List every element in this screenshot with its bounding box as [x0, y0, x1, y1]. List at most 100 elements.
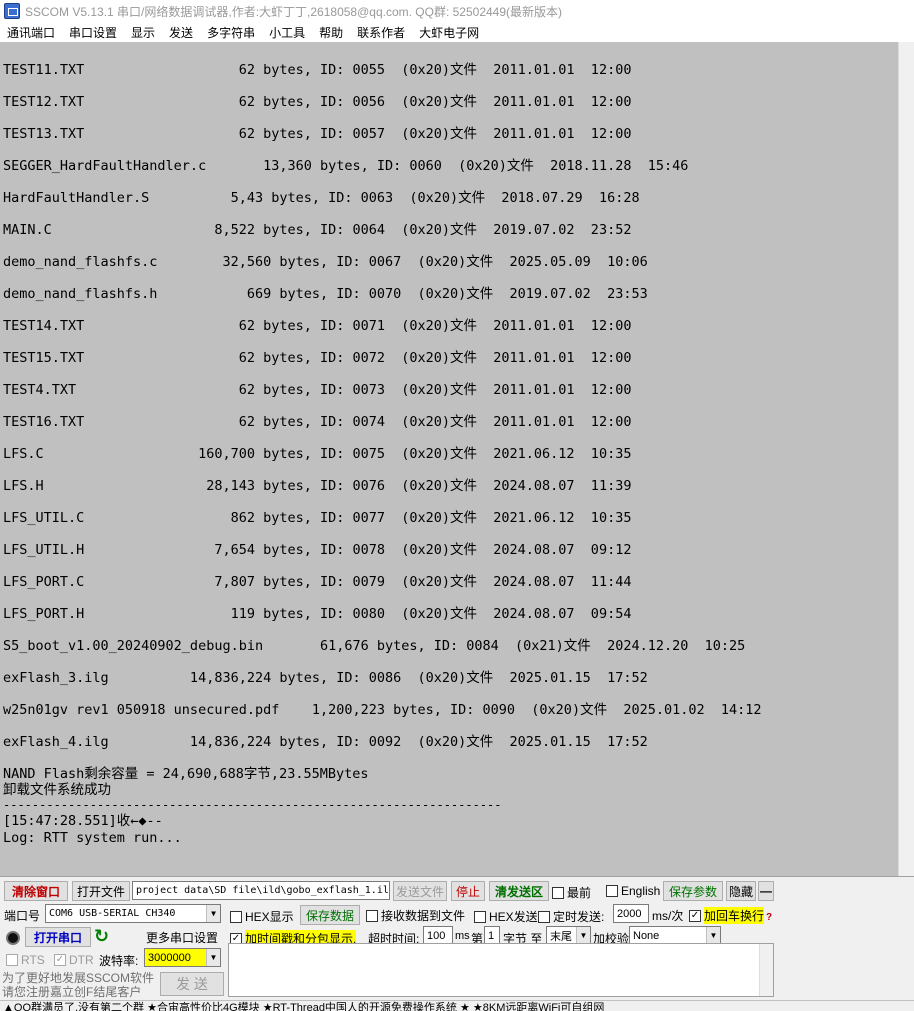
checksum-value: None: [633, 929, 660, 942]
timed-send-checkbox[interactable]: 定时发送:: [538, 908, 604, 925]
help-icon[interactable]: ?: [766, 912, 772, 923]
file-line: SEGGER_HardFaultHandler.c 13,360 bytes, …: [3, 158, 689, 174]
rts-label: RTS: [21, 953, 45, 967]
add-crlf-label: 加回车换行: [704, 907, 765, 924]
file-line: demo_nand_flashfs.c 32,560 bytes, ID: 00…: [3, 254, 648, 270]
open-file-button[interactable]: 打开文件: [72, 881, 130, 901]
menu-tools[interactable]: 小工具: [262, 24, 312, 41]
chevron-down-icon: ▼: [206, 905, 220, 922]
menu-bar: 通讯端口 串口设置 显示 发送 多字符串 小工具 帮助 联系作者 大虾电子网: [0, 22, 914, 42]
promo-line-2: 请您注册嘉立创F结尾客户: [2, 985, 142, 999]
refresh-icon[interactable]: ↻: [94, 926, 109, 947]
stop-button[interactable]: 停止: [451, 881, 485, 901]
port-select[interactable]: COM6 USB-SERIAL CH340 ▼: [45, 904, 221, 923]
save-params-button[interactable]: 保存参数: [663, 881, 723, 901]
title-bar: SSCOM V5.13.1 串口/网络数据调试器,作者:大虾丁丁,2618058…: [0, 0, 914, 22]
send-input-area[interactable]: [228, 943, 774, 997]
file-line: LFS_PORT.H 119 bytes, ID: 0080 (0x20)文件 …: [3, 606, 632, 622]
timed-send-label: 定时发送:: [553, 910, 605, 924]
dtr-label: DTR: [69, 953, 94, 967]
file-line: LFS_UTIL.H 7,654 bytes, ID: 0078 (0x20)文…: [3, 542, 632, 558]
file-line: TEST14.TXT 62 bytes, ID: 0071 (0x20)文件 2…: [3, 318, 632, 334]
file-line: HardFaultHandler.S 5,43 bytes, ID: 0063 …: [3, 190, 640, 206]
baud-select[interactable]: 3000000 ▼: [144, 948, 221, 967]
menu-multi-string[interactable]: 多字符串: [200, 24, 262, 41]
menu-display[interactable]: 显示: [124, 24, 162, 41]
hide-button[interactable]: 隐藏: [726, 881, 756, 901]
file-line: w25n01gv rev1 050918 unsecured.pdf 1,200…: [3, 702, 762, 718]
english-checkbox[interactable]: English: [606, 884, 660, 898]
file-line: TEST4.TXT 62 bytes, ID: 0073 (0x20)文件 20…: [3, 382, 632, 398]
menu-website[interactable]: 大虾电子网: [412, 24, 486, 41]
collapse-button[interactable]: —: [758, 881, 774, 901]
clear-window-button[interactable]: 清除窗口: [4, 881, 68, 901]
app-icon: [4, 3, 20, 19]
file-line: TEST16.TXT 62 bytes, ID: 0074 (0x20)文件 2…: [3, 414, 632, 430]
file-line: TEST13.TXT 62 bytes, ID: 0057 (0x20)文件 2…: [3, 126, 632, 142]
interval-input[interactable]: 2000: [613, 904, 649, 923]
checkbox-box: [366, 909, 378, 922]
hex-display-label: HEX显示: [245, 910, 294, 924]
checkbox-box: [552, 886, 564, 899]
file-path-field[interactable]: project data\SD file\ild\gobo_exflash_1.…: [132, 881, 390, 900]
menu-help[interactable]: 帮助: [312, 24, 350, 41]
clear-send-button[interactable]: 清发送区: [489, 881, 549, 901]
status-text: ▲QQ群满员了,没有第二个群 ★合宙高性价比4G模块 ★RT-Thread中国人…: [3, 1002, 605, 1011]
rx-line: [15:47:28.551]收←◆--: [3, 813, 163, 829]
separator-line: ----------------------------------------…: [3, 798, 502, 812]
send-button[interactable]: 发 送: [160, 972, 224, 996]
menu-contact-author[interactable]: 联系作者: [350, 24, 412, 41]
recv-to-file-checkbox[interactable]: 接收数据到文件: [366, 907, 465, 924]
chevron-down-icon: ▼: [706, 927, 720, 944]
file-line: TEST11.TXT 62 bytes, ID: 0055 (0x20)文件 2…: [3, 62, 632, 78]
add-crlf-checkbox[interactable]: ✓ 加回车换行: [689, 907, 765, 924]
file-line: exFlash_4.ilg 14,836,224 bytes, ID: 0092…: [3, 734, 648, 750]
checkbox-box: [6, 954, 18, 966]
checkbox-box: ✓: [54, 954, 66, 966]
checkbox-box: [606, 885, 618, 897]
chevron-down-icon: ▼: [576, 927, 590, 944]
hex-display-checkbox[interactable]: HEX显示: [230, 908, 294, 925]
port-label: 端口号: [4, 909, 41, 923]
baud-label: 波特率:: [99, 954, 139, 968]
file-line: demo_nand_flashfs.h 669 bytes, ID: 0070 …: [3, 286, 648, 302]
file-line: LFS.H 28,143 bytes, ID: 0076 (0x20)文件 20…: [3, 478, 632, 494]
file-line: LFS.C 160,700 bytes, ID: 0075 (0x20)文件 2…: [3, 446, 632, 462]
capacity-line: NAND Flash剩余容量 = 24,690,688字节,23.55MByte…: [3, 766, 369, 782]
open-port-button[interactable]: 打开串口: [25, 927, 91, 947]
recv-to-file-label: 接收数据到文件: [381, 909, 466, 923]
port-value: COM6 USB-SERIAL CH340: [49, 908, 176, 919]
output-scrollbar[interactable]: [898, 42, 914, 876]
file-line: TEST12.TXT 62 bytes, ID: 0056 (0x20)文件 2…: [3, 94, 632, 110]
checkbox-box: [474, 910, 486, 923]
file-line: LFS_PORT.C 7,807 bytes, ID: 0079 (0x20)文…: [3, 574, 632, 590]
receive-output-area[interactable]: TEST11.TXT 62 bytes, ID: 0055 (0x20)文件 2…: [0, 42, 898, 876]
send-file-button[interactable]: 发送文件: [393, 881, 447, 901]
status-bar: ▲QQ群满员了,没有第二个群 ★合宙高性价比4G模块 ★RT-Thread中国人…: [0, 1000, 914, 1011]
baud-value: 3000000: [148, 951, 191, 964]
checkbox-box: ✓: [689, 909, 701, 922]
rts-checkbox[interactable]: RTS: [6, 953, 45, 967]
file-line: LFS_UTIL.C 862 bytes, ID: 0077 (0x20)文件 …: [3, 510, 632, 526]
topmost-checkbox[interactable]: 最前: [552, 884, 591, 901]
file-line: exFlash_3.ilg 14,836,224 bytes, ID: 0086…: [3, 670, 648, 686]
menu-send[interactable]: 发送: [162, 24, 200, 41]
dtr-checkbox[interactable]: ✓ DTR: [54, 953, 94, 967]
menu-port-settings[interactable]: 串口设置: [62, 24, 124, 41]
interval-unit: ms/次: [652, 909, 684, 923]
log-line: Log: RTT system run...: [3, 830, 182, 846]
checkbox-box: [538, 910, 550, 923]
topmost-label: 最前: [567, 886, 592, 900]
unmount-line: 卸载文件系统成功: [3, 782, 111, 798]
save-data-button[interactable]: 保存数据: [300, 905, 360, 925]
port-status-icon: [6, 931, 20, 945]
more-settings-link[interactable]: 更多串口设置: [146, 929, 218, 946]
send-scrollbar[interactable]: [759, 944, 773, 996]
timeout-unit: ms: [455, 930, 470, 942]
file-line: TEST15.TXT 62 bytes, ID: 0072 (0x20)文件 2…: [3, 350, 632, 366]
file-line: MAIN.C 8,522 bytes, ID: 0064 (0x20)文件 20…: [3, 222, 632, 238]
chevron-down-icon: ▼: [206, 949, 220, 966]
english-label: English: [621, 884, 661, 898]
menu-comm-port[interactable]: 通讯端口: [0, 24, 62, 41]
hex-send-checkbox[interactable]: HEX发送: [474, 908, 538, 925]
